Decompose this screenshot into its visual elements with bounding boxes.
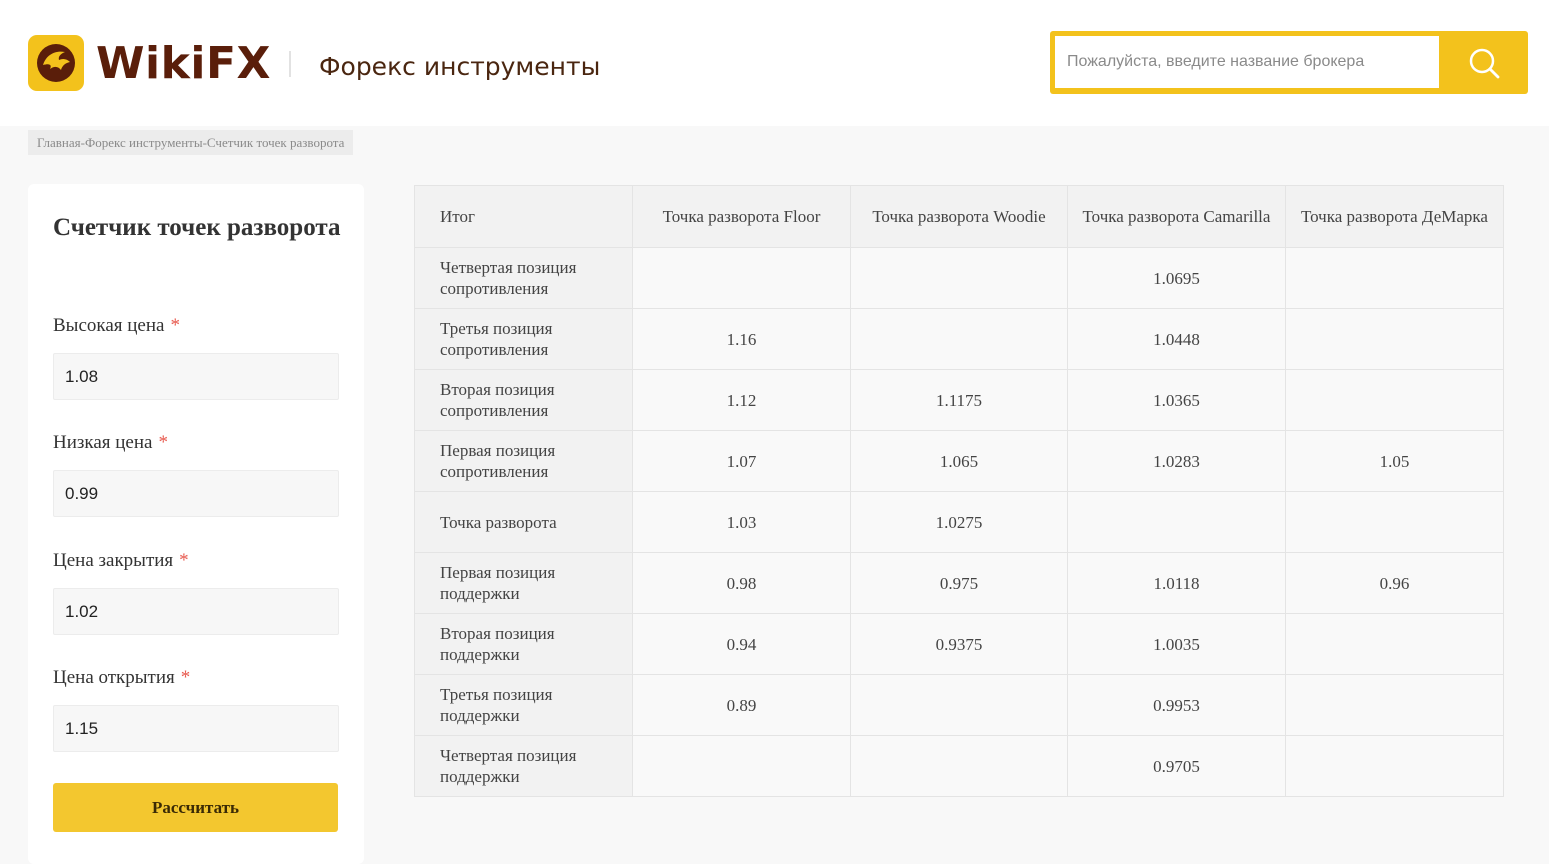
cell-demark [1285, 735, 1504, 797]
high-price-label: Высокая цена * [53, 313, 180, 339]
cell-floor: 0.98 [632, 552, 851, 614]
table-row: Первая позиция поддержки 0.98 0.975 1.01… [414, 552, 1504, 614]
cell-woodie [850, 308, 1068, 370]
cell-woodie [850, 674, 1068, 736]
cell-floor [632, 735, 851, 797]
pivot-results-table: Итог Точка разворота Floor Точка разворо… [414, 185, 1504, 797]
high-price-label-text: Высокая цена [53, 315, 165, 336]
cell-floor: 0.89 [632, 674, 851, 736]
table-row: Четвертая позиция поддержки 0.9705 [414, 735, 1504, 797]
open-price-input[interactable] [53, 705, 339, 752]
cell-floor: 1.03 [632, 491, 851, 553]
wikifx-eagle-logo-icon[interactable] [28, 35, 84, 91]
table-row: Первая позиция сопротивления 1.07 1.065 … [414, 430, 1504, 492]
cell-woodie: 1.1175 [850, 369, 1068, 431]
cell-woodie: 1.0275 [850, 491, 1068, 553]
table-row: Вторая позиция поддержки 0.94 0.9375 1.0… [414, 613, 1504, 675]
cell-camarilla: 1.0035 [1067, 613, 1286, 675]
table-header-row: Итог Точка разворота Floor Точка разворо… [414, 185, 1504, 248]
row-label: Третья позиция поддержки [414, 674, 633, 736]
required-mark: * [158, 432, 168, 453]
site-header: WikiFX Форекс инструменты [0, 0, 1549, 126]
form-title: Счетчик точек разворота [53, 214, 341, 241]
required-mark: * [180, 667, 191, 688]
cell-woodie [850, 735, 1068, 797]
low-price-input[interactable] [53, 470, 339, 517]
table-row: Точка разворота 1.03 1.0275 [414, 491, 1504, 553]
row-label: Третья позиция сопротивления [414, 308, 633, 370]
close-price-label: Цена закрытия * [53, 548, 189, 574]
table-row: Вторая позиция сопротивления 1.12 1.1175… [414, 369, 1504, 431]
required-mark: * [179, 550, 189, 571]
row-label: Первая позиция сопротивления [414, 430, 633, 492]
cell-demark [1285, 369, 1504, 431]
cell-floor [632, 247, 851, 309]
cell-demark [1285, 247, 1504, 309]
cell-floor: 0.94 [632, 613, 851, 675]
close-price-label-text: Цена закрытия [53, 550, 174, 571]
cell-camarilla: 1.0118 [1067, 552, 1286, 614]
cell-demark [1285, 674, 1504, 736]
high-price-input[interactable] [53, 353, 339, 400]
column-header-woodie: Точка разворота Woodie [850, 185, 1068, 248]
column-header-demark: Точка разворота ДеМарка [1285, 185, 1504, 248]
cell-woodie: 1.065 [850, 430, 1068, 492]
table-row: Третья позиция сопротивления 1.16 1.0448 [414, 308, 1504, 370]
header-divider [289, 51, 291, 77]
row-label: Четвертая позиция сопротивления [414, 247, 633, 309]
row-label: Вторая позиция поддержки [414, 613, 633, 675]
row-label: Первая позиция поддержки [414, 552, 633, 614]
broker-search-input[interactable] [1055, 36, 1439, 88]
cell-camarilla: 0.9705 [1067, 735, 1286, 797]
cell-floor: 1.07 [632, 430, 851, 492]
cell-demark: 0.96 [1285, 552, 1504, 614]
cell-camarilla: 1.0448 [1067, 308, 1286, 370]
column-header-camarilla: Точка разворота Camarilla [1067, 185, 1286, 248]
cell-demark [1285, 613, 1504, 675]
cell-camarilla: 1.0365 [1067, 369, 1286, 431]
column-header-result: Итог [414, 185, 633, 248]
search-icon [1469, 48, 1500, 79]
brand-logo-text[interactable]: WikiFX [96, 36, 271, 92]
row-label: Точка разворота [414, 491, 633, 553]
broker-search-box [1050, 31, 1528, 94]
cell-demark [1285, 308, 1504, 370]
cell-demark [1285, 491, 1504, 553]
cell-floor: 1.12 [632, 369, 851, 431]
cell-woodie: 0.9375 [850, 613, 1068, 675]
pivot-calculator-form: Счетчик точек разворота Высокая цена* Ни… [28, 184, 364, 864]
cell-floor: 1.16 [632, 308, 851, 370]
table-row: Третья позиция поддержки 0.89 0.9953 [414, 674, 1504, 736]
required-mark: * [170, 315, 180, 336]
close-price-input[interactable] [53, 588, 339, 635]
open-price-label-text: Цена открытия [53, 667, 175, 688]
column-header-floor: Точка разворота Floor [632, 185, 851, 248]
open-price-label: Цена открытия * [53, 665, 190, 691]
low-price-label-text: Низкая цена [53, 432, 153, 453]
cell-camarilla: 0.9953 [1067, 674, 1286, 736]
breadcrumb[interactable]: Главная-Форекс инструменты-Счетчик точек… [28, 130, 354, 155]
cell-woodie: 0.975 [850, 552, 1068, 614]
row-label: Вторая позиция сопротивления [414, 369, 633, 431]
calculate-button[interactable]: Рассчитать [53, 783, 338, 832]
cell-camarilla: 1.0695 [1067, 247, 1286, 309]
cell-demark: 1.05 [1285, 430, 1504, 492]
low-price-label: Низкая цена * [53, 430, 168, 456]
cell-camarilla: 1.0283 [1067, 430, 1286, 492]
section-title[interactable]: Форекс инструменты [319, 48, 600, 86]
table-row: Четвертая позиция сопротивления 1.0695 [414, 247, 1504, 309]
search-button[interactable] [1440, 31, 1528, 94]
cell-camarilla [1067, 491, 1286, 553]
cell-woodie [850, 247, 1068, 309]
row-label: Четвертая позиция поддержки [414, 735, 633, 797]
